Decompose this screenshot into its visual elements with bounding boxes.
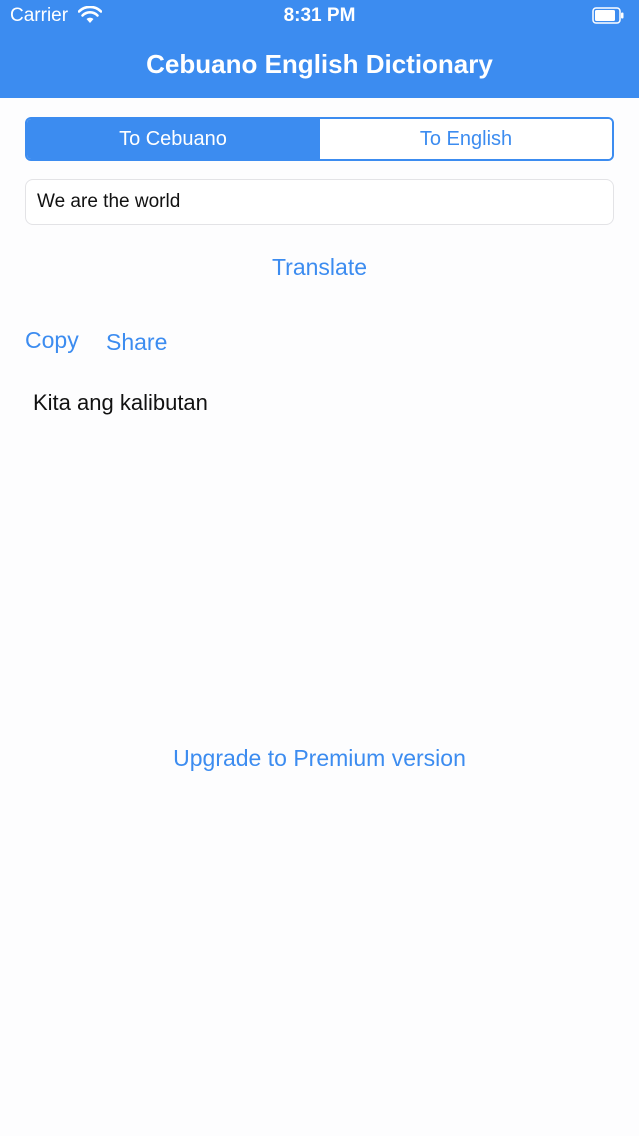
translate-button[interactable]: Translate [0, 254, 639, 281]
battery-icon [592, 7, 624, 24]
upgrade-premium-button[interactable]: Upgrade to Premium version [0, 745, 639, 772]
translation-input[interactable]: We are the world [25, 179, 614, 225]
segment-to-english[interactable]: To English [319, 119, 612, 159]
copy-button[interactable]: Copy [25, 327, 79, 354]
translation-result: Kita ang kalibutan [33, 390, 208, 415]
status-bar: Carrier 8:31 PM [0, 0, 639, 34]
page-title: Cebuano English Dictionary [146, 49, 493, 79]
direction-segmented-control: To Cebuano To English [25, 117, 614, 161]
navigation-header: Carrier 8:31 PM Cebuano English Dictiona… [0, 0, 639, 98]
share-button[interactable]: Share [106, 329, 167, 356]
segment-to-cebuano[interactable]: To Cebuano [27, 119, 319, 159]
status-time: 8:31 PM [283, 5, 356, 26]
